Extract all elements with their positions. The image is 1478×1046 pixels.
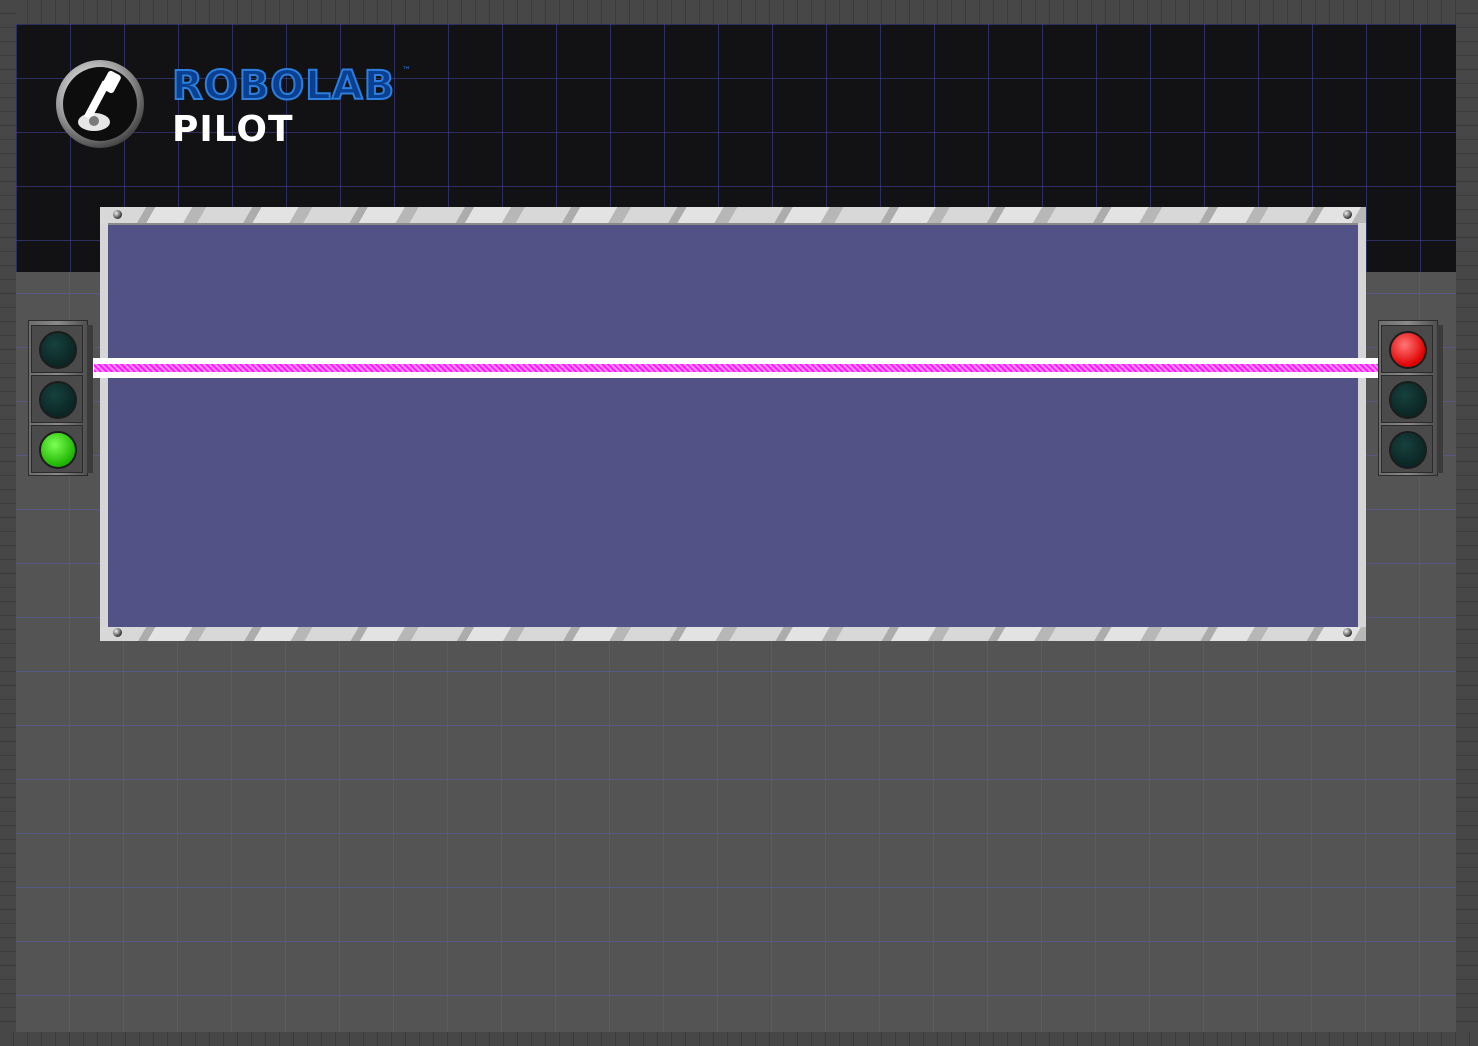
joystick-icon xyxy=(54,58,146,150)
brand-title: ROBOLAB xyxy=(171,62,396,110)
lamp-top-icon xyxy=(1389,331,1427,369)
stop-traffic-light xyxy=(1378,320,1443,476)
panel-frame-bottom xyxy=(100,627,1366,641)
lamp-cell xyxy=(1381,375,1433,423)
lamp-cell xyxy=(31,375,83,423)
lamp-middle-icon xyxy=(39,381,77,419)
lamp-top-icon xyxy=(39,331,77,369)
screw-icon xyxy=(1343,628,1352,637)
traffic-light-side xyxy=(1437,325,1443,473)
frame-edge-right xyxy=(1456,0,1478,1046)
trademark-mark: ™ xyxy=(402,66,411,76)
lamp-cell xyxy=(31,425,83,473)
brand-subtitle: PILOT xyxy=(172,109,294,150)
lamp-cell xyxy=(31,325,83,373)
lamp-bottom-icon xyxy=(1389,431,1427,469)
lamp-cell xyxy=(1381,425,1433,473)
frame-edge-top xyxy=(0,0,1478,24)
display-panel xyxy=(100,207,1366,641)
lamp-middle-icon xyxy=(1389,381,1427,419)
screw-icon xyxy=(113,210,122,219)
frame-edge-bottom xyxy=(0,1032,1478,1046)
progress-line xyxy=(94,364,1378,372)
start-traffic-light xyxy=(28,320,93,476)
screw-icon xyxy=(1343,210,1352,219)
lamp-bottom-icon xyxy=(39,431,77,469)
panel-frame-top xyxy=(100,207,1366,223)
traffic-light-side xyxy=(87,325,93,473)
lamp-cell xyxy=(1381,325,1433,373)
frame-edge-left xyxy=(0,0,16,1046)
screw-icon xyxy=(113,628,122,637)
